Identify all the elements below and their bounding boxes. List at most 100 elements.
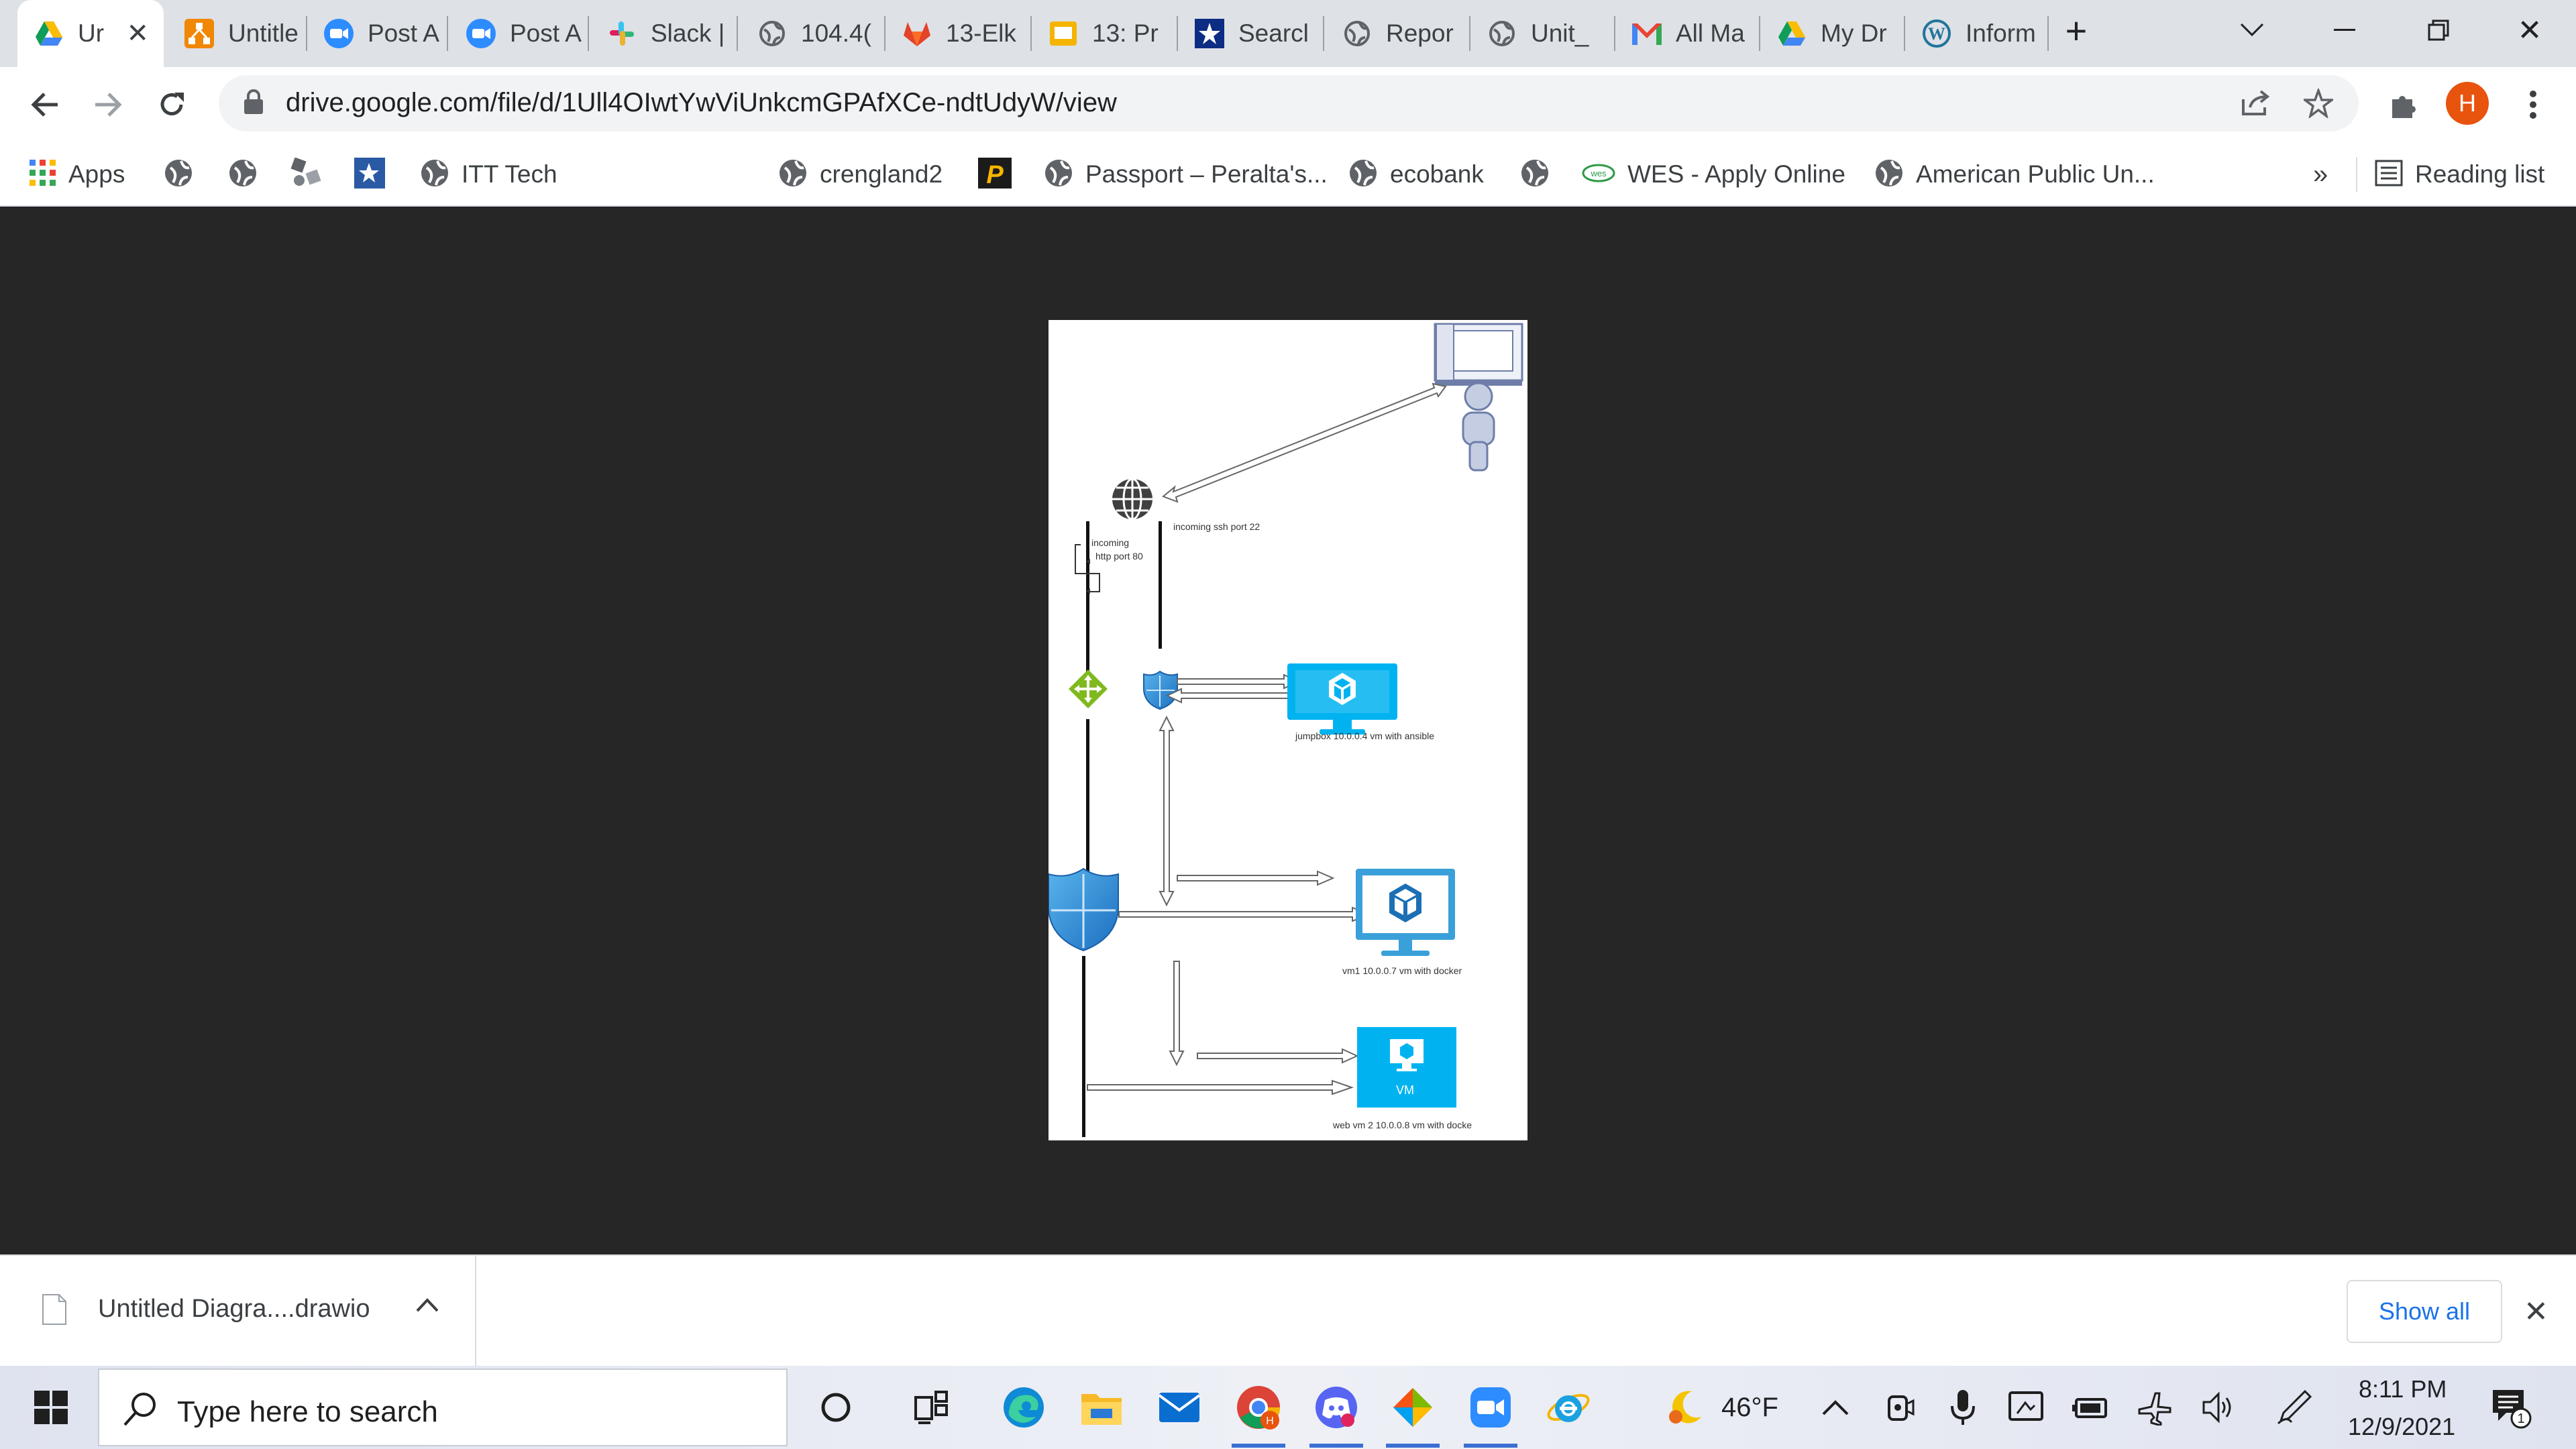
paint-active-indicator xyxy=(1386,1444,1440,1448)
bookmark-apps[interactable]: Apps xyxy=(30,157,125,192)
bookmark-star-icon[interactable] xyxy=(2298,83,2339,123)
chrome-icon[interactable]: H xyxy=(1232,1381,1285,1434)
internet-explorer-icon[interactable] xyxy=(1542,1381,1595,1434)
pen-workspace-icon[interactable] xyxy=(2267,1381,2321,1434)
battery-icon[interactable] xyxy=(2063,1381,2117,1434)
ssh-firewall-shield-icon xyxy=(1143,670,1178,710)
tab-label: Searcl xyxy=(1238,19,1309,47)
weather-moon-icon[interactable] xyxy=(1658,1381,1712,1434)
task-view-icon[interactable] xyxy=(904,1381,958,1434)
paint-3d-icon[interactable] xyxy=(1386,1381,1440,1434)
http-port-label-line2: http port 80 xyxy=(1095,551,1143,561)
drawio-icon xyxy=(184,18,215,49)
vm1-label: vm1 10.0.0.7 vm with docker xyxy=(1342,965,1462,976)
tab-drawio[interactable]: Untitle xyxy=(168,0,307,67)
menu-kebab-icon[interactable] xyxy=(2509,80,2557,129)
discord-icon[interactable] xyxy=(1309,1381,1363,1434)
tab-search[interactable]: Searcl xyxy=(1178,0,1324,67)
tab-gmail[interactable]: All Ma xyxy=(1615,0,1760,67)
back-button[interactable] xyxy=(20,80,68,129)
clock-time[interactable]: 8:11 PM xyxy=(2359,1375,2447,1403)
tab-zoom-2[interactable]: Post A xyxy=(449,0,589,67)
globe-icon xyxy=(1044,158,1073,191)
taskbar-search-box[interactable]: Type here to search xyxy=(98,1368,788,1446)
url-text[interactable]: drive.google.com/file/d/1Ull4OIwtYwViUnk… xyxy=(286,88,1117,118)
bookmark-p-logo[interactable]: P xyxy=(978,157,1012,192)
zoom-icon xyxy=(466,18,496,49)
bookmark-ecobank[interactable]: ecobank xyxy=(1348,157,1484,192)
clock-date[interactable]: 12/9/2021 xyxy=(2348,1413,2455,1441)
tab-slides[interactable]: 13: Pr xyxy=(1032,0,1178,67)
notification-count: 1 xyxy=(2517,1411,2524,1426)
globe-icon xyxy=(1487,18,1517,49)
tray-chevron-up-icon[interactable] xyxy=(1809,1381,1862,1434)
windows-taskbar: Type here to search H 46°F 8:11 PM 12/9/… xyxy=(0,1366,2576,1449)
tab-slack[interactable]: Slack | xyxy=(590,0,738,67)
bookmark-puzzle[interactable] xyxy=(290,156,323,192)
temperature-readout[interactable]: 46°F xyxy=(1721,1393,1778,1423)
forward-button[interactable] xyxy=(85,80,133,129)
chevron-up-icon[interactable] xyxy=(416,1297,439,1316)
file-explorer-icon[interactable] xyxy=(1075,1381,1128,1434)
airplane-mode-icon[interactable] xyxy=(2128,1381,2182,1434)
microphone-icon[interactable] xyxy=(1936,1381,1990,1434)
tab-unit[interactable]: Unit_ xyxy=(1470,0,1615,67)
new-tab-button[interactable]: + xyxy=(2039,0,2113,60)
bookmark-globe-3[interactable] xyxy=(1520,157,1550,192)
zoom-taskbar-icon[interactable] xyxy=(1464,1381,1517,1434)
bookmark-wes[interactable]: wes WES - Apply Online xyxy=(1582,157,1845,192)
bookmark-label: Passport – Peralta's... xyxy=(1085,160,1328,188)
meet-now-icon[interactable] xyxy=(1873,1381,1927,1434)
tab-report[interactable]: Repor xyxy=(1326,0,1470,67)
bookmark-itt-tech[interactable]: ITT Tech xyxy=(420,157,557,192)
tab-wordpress[interactable]: W Inform xyxy=(1905,0,2049,67)
tab-my-drive[interactable]: My Dr xyxy=(1760,0,1905,67)
address-bar[interactable]: drive.google.com/file/d/1Ull4OIwtYwViUnk… xyxy=(219,75,2359,131)
google-drive-icon xyxy=(1776,18,1807,49)
close-tab-icon[interactable]: ✕ xyxy=(126,18,149,49)
download-item[interactable]: Untitled Diagra....drawio xyxy=(0,1256,476,1367)
bookmark-american-public[interactable]: American Public Un... xyxy=(1874,157,2155,192)
close-window-button[interactable]: ✕ xyxy=(2493,0,2567,60)
close-download-shelf-icon[interactable]: ✕ xyxy=(2524,1295,2548,1329)
bookmark-globe-1[interactable] xyxy=(164,157,193,192)
tab-zoom-1[interactable]: Post A xyxy=(307,0,448,67)
extensions-puzzle-icon[interactable] xyxy=(2379,80,2427,129)
screen-capture-icon[interactable] xyxy=(1999,1381,2053,1434)
bookmarks-overflow-button[interactable]: » xyxy=(2313,157,2328,192)
windows-start-icon[interactable] xyxy=(24,1381,78,1434)
cortana-icon[interactable] xyxy=(809,1381,863,1434)
chrome-active-indicator xyxy=(1232,1444,1285,1448)
reading-list-label: Reading list xyxy=(2415,160,2545,188)
tab-label: Unit_ xyxy=(1531,19,1589,47)
workstation-icon xyxy=(1434,323,1523,386)
internal-vertical-double-arrow xyxy=(1159,715,1175,907)
tab-gitlab[interactable]: 13-Elk xyxy=(885,0,1032,67)
globe-icon xyxy=(757,18,788,49)
svg-text:W: W xyxy=(1928,24,1945,44)
volume-icon[interactable] xyxy=(2192,1381,2246,1434)
tab-search-chevron-icon[interactable] xyxy=(2215,0,2289,60)
restore-button[interactable] xyxy=(2402,0,2475,60)
tab-label: Repor xyxy=(1386,19,1454,47)
bookmark-crengland2[interactable]: crengland2 xyxy=(778,157,943,192)
show-all-button[interactable]: Show all xyxy=(2347,1280,2502,1343)
lock-icon[interactable] xyxy=(243,89,264,119)
share-icon[interactable] xyxy=(2235,83,2275,123)
tab-ip[interactable]: 104.4( xyxy=(741,0,885,67)
reading-list-icon xyxy=(2375,160,2403,190)
mail-icon[interactable] xyxy=(1152,1381,1206,1434)
vm1-icon xyxy=(1356,869,1455,956)
action-center-icon[interactable]: 1 xyxy=(2483,1381,2537,1434)
reload-button[interactable] xyxy=(148,80,196,129)
http-line-lower xyxy=(1082,956,1085,1137)
bookmark-passport[interactable]: Passport – Peralta's... xyxy=(1044,157,1328,192)
edge-icon[interactable] xyxy=(997,1381,1051,1434)
bookmark-globe-2[interactable] xyxy=(228,157,258,192)
bookmark-star-flag[interactable] xyxy=(354,157,385,192)
reading-list-button[interactable]: Reading list xyxy=(2375,157,2544,192)
profile-avatar[interactable]: H xyxy=(2446,82,2489,125)
tab-google-drive[interactable]: Ur ✕ xyxy=(17,0,164,67)
jumpbox-double-arrow xyxy=(1165,674,1300,704)
minimize-button[interactable] xyxy=(2308,0,2381,60)
